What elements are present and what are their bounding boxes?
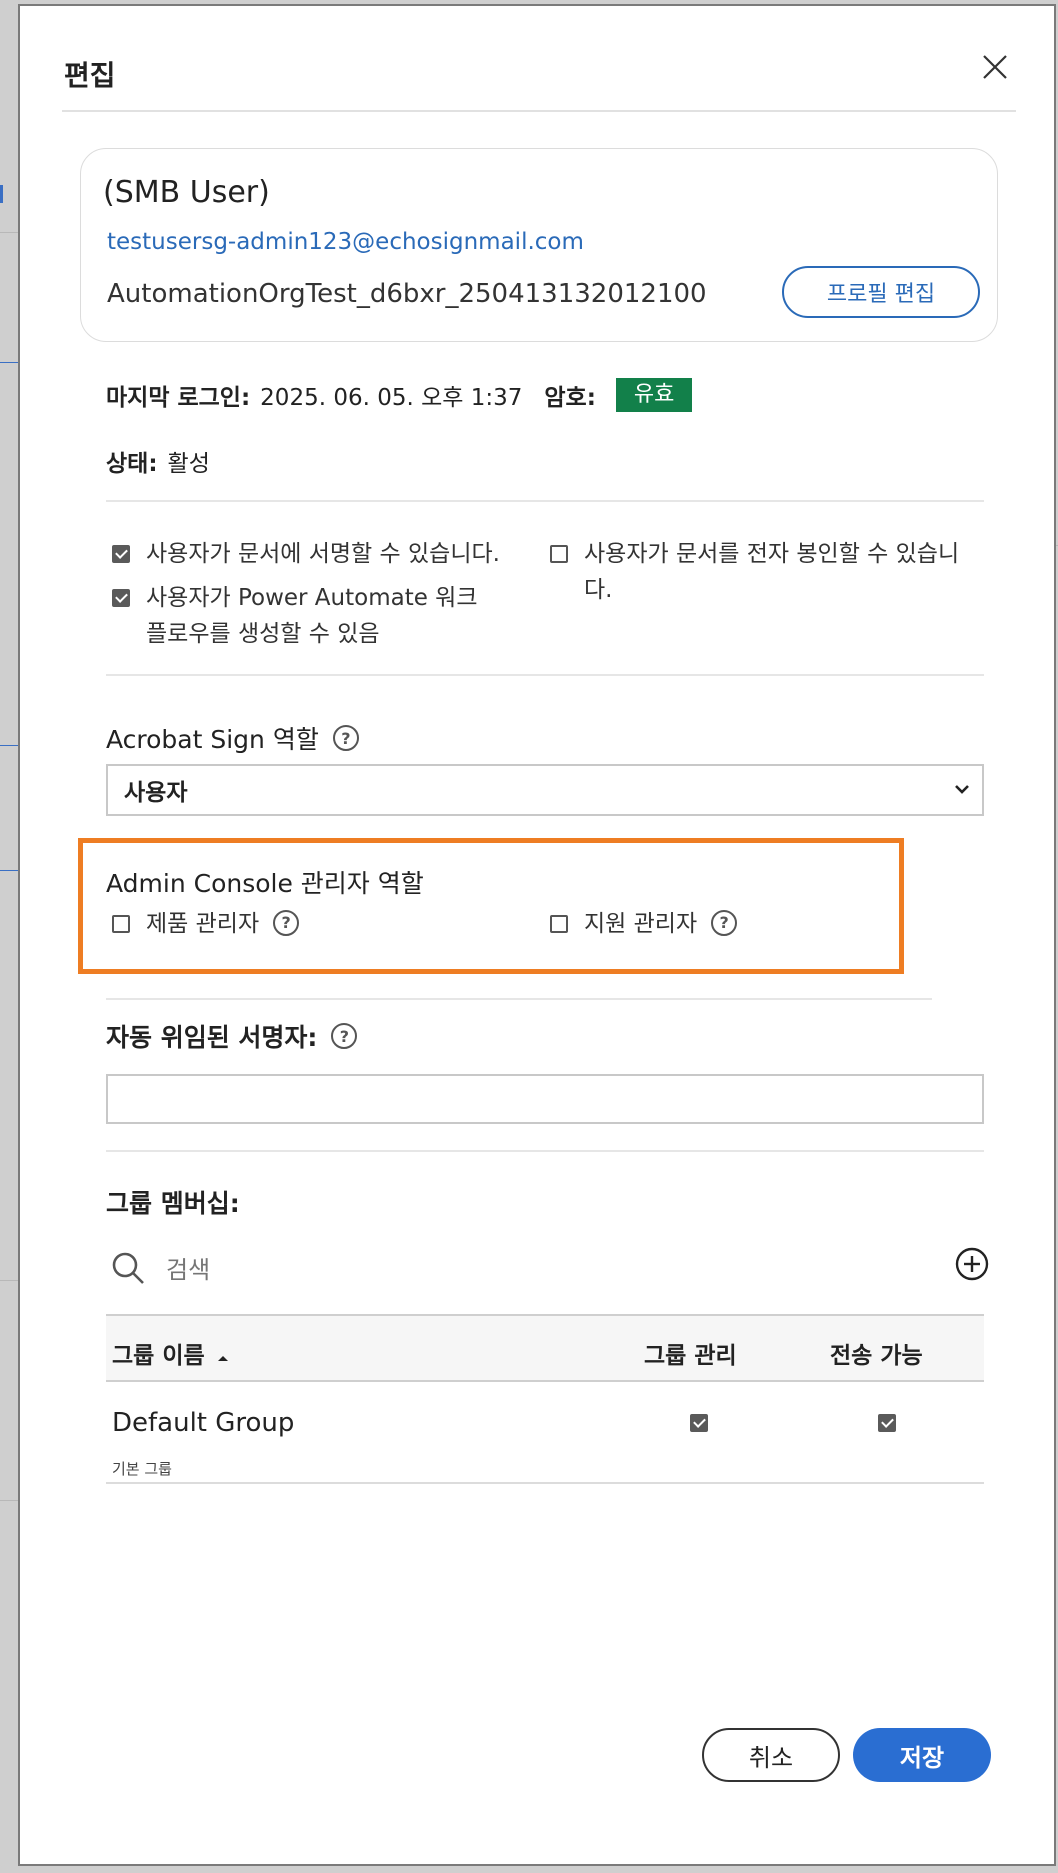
auto-delegate-label-row: 자동 위임된 서명자: ? (106, 1018, 358, 1054)
backdrop-divider (0, 745, 18, 746)
status-row: 상태: 활성 (106, 444, 210, 478)
permission-sign-label: 사용자가 문서에 서명할 수 있습니다. (146, 541, 500, 567)
table-row: Default Group 기본 그룹 (106, 1382, 984, 1484)
profile-card: (SMB User) testusersg-admin123@echosignm… (80, 148, 998, 342)
permission-power-automate-label: 사용자가 Power Automate 워크플로우를 생성할 수 있음 (146, 585, 478, 647)
user-organization: AutomationOrgTest_d6bxr_250413132012100 (107, 279, 707, 309)
group-table-header: 그룹 이름 그룹 관리 전송 가능 (106, 1314, 984, 1382)
permission-seal-checkbox[interactable] (550, 545, 568, 563)
last-login-row: 마지막 로그인: 2025. 06. 05. 오후 1:37 암호: 유효 (106, 378, 693, 412)
section-divider (106, 500, 984, 502)
role-selected-value: 사용자 (124, 780, 188, 806)
column-header-manage: 그룹 관리 (644, 1343, 737, 1369)
group-send-checkbox[interactable] (878, 1414, 896, 1432)
auto-delegate-input[interactable] (106, 1074, 984, 1124)
group-table: 그룹 이름 그룹 관리 전송 가능 Default Group 기본 그룹 (106, 1314, 984, 1484)
permission-sign-row[interactable]: 사용자가 문서에 서명할 수 있습니다. (112, 536, 552, 572)
group-name: Default Group (112, 1408, 295, 1438)
header-divider (62, 110, 1016, 112)
admin-console-label: Admin Console 관리자 역할 (106, 869, 424, 898)
admin-console-label-row: Admin Console 관리자 역할 (106, 864, 424, 900)
product-admin-checkbox[interactable] (112, 915, 130, 933)
group-manage-checkbox[interactable] (690, 1414, 708, 1432)
section-divider (106, 674, 984, 676)
group-search-row (110, 1246, 990, 1296)
status-label: 상태: (106, 451, 158, 477)
last-login-label: 마지막 로그인: (106, 385, 251, 411)
help-icon[interactable]: ? (273, 910, 300, 936)
help-icon[interactable]: ? (332, 725, 359, 751)
group-membership-label-row: 그룹 멤버십: (106, 1184, 240, 1220)
sort-ascending-icon (217, 1356, 228, 1361)
password-status-badge: 유효 (615, 378, 693, 412)
permission-seal-label: 사용자가 문서를 전자 봉인할 수 있습니다. (584, 541, 960, 603)
save-button[interactable]: 저장 (853, 1728, 991, 1782)
support-admin-row[interactable]: 지원 관리자 ? (550, 906, 738, 942)
support-admin-label: 지원 관리자 (584, 911, 698, 937)
group-subtitle: 기본 그룹 (112, 1460, 172, 1478)
user-name: (SMB User) (103, 175, 270, 210)
auto-delegate-label: 자동 위임된 서명자: (106, 1023, 318, 1052)
role-label: Acrobat Sign 역할 (106, 725, 319, 754)
role-select[interactable]: 사용자 (106, 764, 984, 816)
chevron-down-icon (955, 785, 969, 794)
backdrop-divider (0, 232, 18, 233)
status-value: 활성 (167, 451, 210, 477)
section-divider (106, 998, 932, 1000)
product-admin-label: 제품 관리자 (146, 911, 260, 937)
column-header-send: 전송 가능 (830, 1343, 923, 1369)
last-login-value: 2025. 06. 05. 오후 1:37 (260, 385, 523, 411)
backdrop-divider (0, 1280, 18, 1281)
backdrop-divider (0, 362, 18, 363)
backdrop-divider (0, 870, 18, 871)
backdrop-link-mark (0, 185, 3, 203)
role-label-row: Acrobat Sign 역할 ? (106, 720, 359, 756)
password-label: 암호: (544, 385, 596, 411)
support-admin-checkbox[interactable] (550, 915, 568, 933)
permission-power-automate-row[interactable]: 사용자가 Power Automate 워크플로우를 생성할 수 있음 (112, 580, 492, 652)
permission-power-automate-checkbox[interactable] (112, 589, 130, 607)
section-divider (106, 1150, 984, 1152)
product-admin-row[interactable]: 제품 관리자 ? (112, 906, 300, 942)
user-email-link[interactable]: testusersg-admin123@echosignmail.com (107, 229, 584, 255)
cancel-button[interactable]: 취소 (702, 1728, 840, 1782)
group-membership-label: 그룹 멤버십: (106, 1189, 240, 1218)
close-button[interactable] (980, 52, 1010, 82)
edit-user-dialog: 편집 (SMB User) testusersg-admin123@echosi… (18, 4, 1056, 1866)
help-icon[interactable]: ? (331, 1023, 358, 1049)
add-circle-icon[interactable] (954, 1246, 990, 1282)
column-header-group-name[interactable]: 그룹 이름 (112, 1336, 229, 1370)
close-icon (983, 55, 1007, 79)
column-header-group-name-label: 그룹 이름 (112, 1343, 205, 1369)
edit-profile-button[interactable]: 프로필 편집 (782, 266, 980, 318)
search-icon[interactable] (110, 1250, 146, 1286)
group-search-input[interactable] (166, 1250, 866, 1290)
backdrop-divider (0, 1500, 18, 1501)
permission-seal-row[interactable]: 사용자가 문서를 전자 봉인할 수 있습니다. (550, 536, 970, 608)
dialog-title: 편집 (64, 59, 116, 92)
permission-sign-checkbox[interactable] (112, 545, 130, 563)
help-icon[interactable]: ? (711, 910, 738, 936)
